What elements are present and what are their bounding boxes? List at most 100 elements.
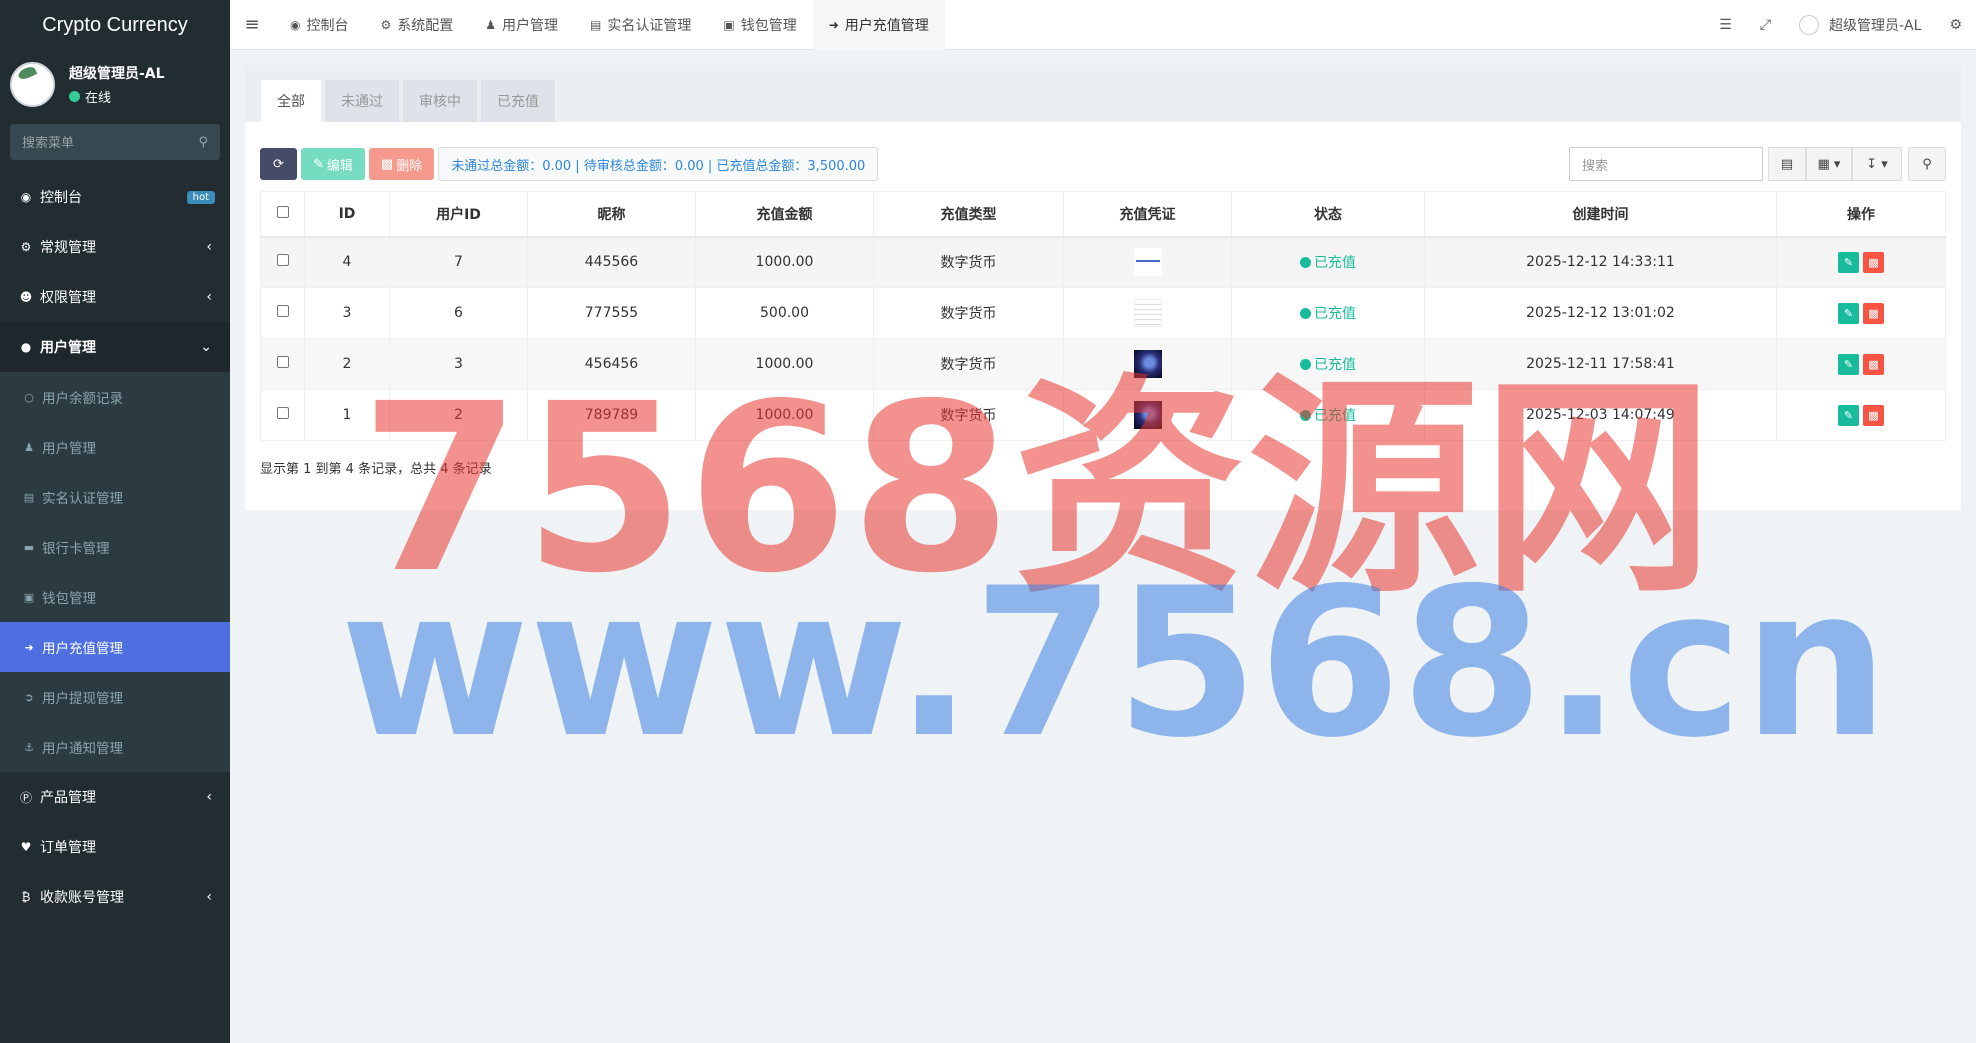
cell-id: 4 bbox=[304, 236, 390, 288]
toggle-view-button[interactable]: ▤ bbox=[1768, 147, 1806, 181]
sidebar-item-accounts[interactable]: ₿ 收款账号管理 ‹ bbox=[0, 872, 230, 922]
status-dot-icon bbox=[1300, 256, 1311, 268]
cell-amount: 1000.00 bbox=[695, 236, 874, 288]
cell-actions: ✎ ▩ bbox=[1776, 389, 1946, 441]
sidebar-item-bank-card[interactable]: ▬ 银行卡管理 bbox=[0, 522, 230, 572]
columns-button[interactable]: ▦ ▾ bbox=[1806, 147, 1852, 181]
delete-label: 删除 bbox=[396, 157, 423, 173]
cell-actions: ✎ ▩ bbox=[1776, 287, 1946, 339]
sidebar-item-notify[interactable]: ⚓ 用户通知管理 bbox=[0, 722, 230, 772]
hot-badge: hot bbox=[186, 190, 215, 204]
select-all-cell bbox=[260, 191, 305, 238]
sidebar-search-input[interactable] bbox=[22, 134, 182, 150]
row-edit-button[interactable]: ✎ bbox=[1838, 353, 1859, 375]
sidebar-item-dashboard[interactable]: ◉ 控制台 hot bbox=[0, 172, 230, 222]
row-delete-button[interactable]: ▩ bbox=[1863, 251, 1884, 273]
tab-dashboard[interactable]: ◉ 控制台 bbox=[274, 0, 364, 50]
topbar-right: ☰ ⤢ 超级管理员-AL ⚙ bbox=[1705, 0, 1976, 50]
translate-icon[interactable]: ☰ bbox=[1705, 17, 1746, 33]
fullscreen-icon[interactable]: ⤢ bbox=[1746, 17, 1785, 33]
row-edit-button[interactable]: ✎ bbox=[1838, 302, 1859, 324]
export-button[interactable]: ↧ ▾ bbox=[1852, 147, 1902, 181]
row-delete-button[interactable]: ▩ bbox=[1863, 404, 1884, 426]
tab-all[interactable]: 全部 bbox=[261, 80, 321, 122]
cell-actions: ✎ ▩ bbox=[1776, 236, 1946, 288]
col-status[interactable]: 状态 bbox=[1231, 191, 1425, 238]
row-select-cell bbox=[260, 338, 305, 390]
toolbar: ⟳ ✎ 编辑 ▩ 删除 未通过总金额：0.00 | 待审核总金额：0.00 | 已充… bbox=[260, 147, 1946, 181]
row-delete-button[interactable]: ▩ bbox=[1863, 353, 1884, 375]
col-amount[interactable]: 充值金额 bbox=[695, 191, 874, 238]
refresh-button[interactable]: ⟳ bbox=[260, 148, 297, 180]
row-delete-button[interactable]: ▩ bbox=[1863, 302, 1884, 324]
group-icon: ☻ bbox=[19, 290, 33, 304]
delete-button[interactable]: ▩ 删除 bbox=[368, 148, 435, 180]
dashboard-icon: ◉ bbox=[290, 17, 301, 32]
sidebar-item-withdraw[interactable]: ➲ 用户提现管理 bbox=[0, 672, 230, 722]
row-edit-button[interactable]: ✎ bbox=[1838, 251, 1859, 273]
tab-rejected[interactable]: 未通过 bbox=[325, 80, 399, 122]
col-nickname[interactable]: 昵称 bbox=[527, 191, 696, 238]
edit-button[interactable]: ✎ 编辑 bbox=[301, 148, 365, 180]
row-checkbox[interactable] bbox=[276, 407, 289, 419]
app-logo[interactable]: Crypto Currency bbox=[0, 0, 230, 50]
tab-label: 系统配置 bbox=[397, 17, 454, 34]
sidebar-item-users[interactable]: ♟ 用户管理 bbox=[0, 422, 230, 472]
tab-wallet[interactable]: ▣ 钱包管理 bbox=[707, 0, 812, 50]
row-checkbox[interactable] bbox=[276, 305, 289, 317]
tab-user-management[interactable]: ♟ 用户管理 bbox=[469, 0, 574, 50]
search-icon[interactable]: ⚲ bbox=[198, 135, 208, 150]
refresh-icon: ⟳ bbox=[273, 156, 284, 171]
col-created[interactable]: 创建时间 bbox=[1424, 191, 1777, 238]
cell-created: 2025-12-12 14:33:11 bbox=[1424, 236, 1777, 288]
col-type[interactable]: 充值类型 bbox=[873, 191, 1064, 238]
sidebar-item-products[interactable]: Ⓟ 产品管理 ‹ bbox=[0, 772, 230, 822]
table-row[interactable]: 4 7 445566 1000.00 数字货币 已充值 2025-12-12 1… bbox=[260, 236, 1946, 288]
edit-label: 编辑 bbox=[326, 157, 353, 173]
toolbar-right: 搜索 ▤ ▦ ▾ ↧ ▾ ⚲ bbox=[1569, 147, 1946, 181]
voucher-thumbnail[interactable] bbox=[1133, 248, 1162, 277]
sidebar-item-real-name[interactable]: ▤ 实名认证管理 bbox=[0, 472, 230, 522]
sidebar-item-permission[interactable]: ☻ 权限管理 ‹ bbox=[0, 272, 230, 322]
sidebar-item-user-management[interactable]: ● 用户管理 ⌄ bbox=[0, 322, 230, 372]
sidebar-item-general[interactable]: ⚙ 常规管理 ‹ bbox=[0, 222, 230, 272]
row-checkbox[interactable] bbox=[276, 254, 289, 267]
col-user-id[interactable]: 用户ID bbox=[389, 191, 528, 238]
table-search-input[interactable]: 搜索 bbox=[1569, 147, 1763, 181]
search-button[interactable]: ⚲ bbox=[1908, 147, 1946, 181]
row-edit-button[interactable]: ✎ bbox=[1838, 404, 1859, 426]
sidebar-item-label: 用户余额记录 bbox=[42, 391, 123, 407]
sidebar-item-wallet[interactable]: ▣ 钱包管理 bbox=[0, 572, 230, 622]
tab-recharge[interactable]: ➜ 用户充值管理 bbox=[812, 0, 945, 50]
chevron-left-icon: ‹ bbox=[206, 889, 212, 905]
sidebar-item-balance-records[interactable]: ○ 用户余额记录 bbox=[0, 372, 230, 422]
row-checkbox[interactable] bbox=[276, 356, 289, 368]
sidebar-item-label: 用户管理 bbox=[40, 340, 96, 356]
menu-toggle-icon[interactable]: ≡ bbox=[230, 14, 274, 35]
sidebar-item-orders[interactable]: ♥ 订单管理 bbox=[0, 822, 230, 872]
circle-icon: ○ bbox=[24, 390, 34, 404]
cell-status: 已充值 bbox=[1231, 236, 1425, 288]
settings-icon[interactable]: ⚙ bbox=[1935, 17, 1976, 33]
sidebar-item-label: 常规管理 bbox=[40, 240, 96, 256]
watermark-line-2: www.7568.cn bbox=[340, 545, 1889, 783]
row-select-cell bbox=[260, 236, 305, 288]
col-voucher[interactable]: 充值凭证 bbox=[1063, 191, 1232, 238]
sign-in-icon: ➜ bbox=[828, 17, 839, 32]
sidebar-item-recharge[interactable]: ➜ 用户充值管理 bbox=[0, 622, 230, 672]
tab-reviewing[interactable]: 审核中 bbox=[403, 80, 477, 122]
pencil-icon: ✎ bbox=[313, 156, 324, 171]
money-icon: ▣ bbox=[723, 17, 735, 32]
col-actions: 操作 bbox=[1776, 191, 1946, 238]
col-id[interactable]: ID bbox=[304, 191, 390, 238]
tab-real-name[interactable]: ▤ 实名认证管理 bbox=[574, 0, 707, 50]
tab-recharged[interactable]: 已充值 bbox=[481, 80, 555, 122]
tab-label: 实名认证管理 bbox=[607, 17, 692, 34]
heartbeat-icon: ♥ bbox=[20, 840, 32, 854]
tab-system-config[interactable]: ⚙ 系统配置 bbox=[364, 0, 469, 50]
row-select-cell bbox=[260, 287, 305, 339]
sidebar-search: ⚲ bbox=[10, 124, 220, 160]
avatar bbox=[1799, 14, 1819, 35]
select-all-checkbox[interactable] bbox=[276, 205, 289, 218]
user-menu[interactable]: 超级管理员-AL bbox=[1785, 14, 1935, 35]
